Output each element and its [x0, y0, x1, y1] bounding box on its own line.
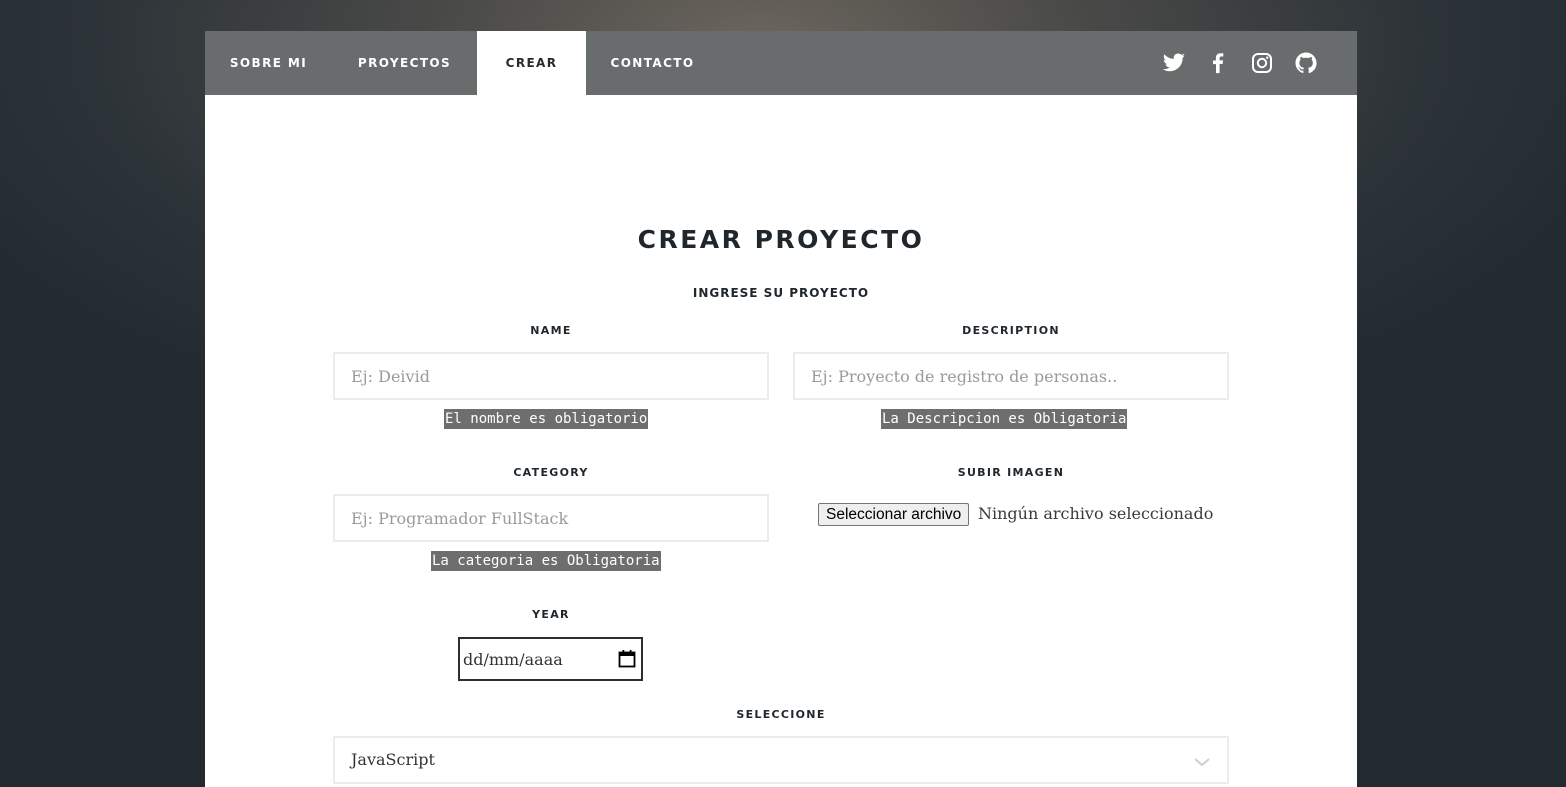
nav-item-sobre-mi[interactable]: SOBRE MI — [205, 31, 332, 95]
description-error: La Descripcion es Obligatoria — [881, 409, 1128, 429]
file-status: Ningún archivo seleccionado — [978, 504, 1214, 523]
form-subtitle: INGRESE SU PROYECTO — [692, 286, 870, 300]
language-select[interactable]: JavaScript — [333, 736, 1229, 784]
year-date-input[interactable]: dd/mm/aaaa — [458, 637, 643, 681]
page-title: CREAR PROYECTO — [637, 225, 925, 254]
instagram-icon[interactable] — [1250, 51, 1274, 75]
twitter-icon[interactable] — [1162, 51, 1186, 75]
image-label: SUBIR IMAGEN — [957, 466, 1065, 479]
category-input[interactable] — [333, 494, 769, 542]
name-label: NAME — [530, 324, 572, 337]
nav-item-crear[interactable]: CREAR — [477, 31, 586, 95]
select-value: JavaScript — [351, 750, 435, 769]
year-label: YEAR — [532, 608, 570, 621]
description-label: DESCRIPTION — [962, 324, 1060, 337]
navbar: SOBRE MI PROYECTOS CREAR CONTACTO — [205, 31, 1357, 95]
main-container: SOBRE MI PROYECTOS CREAR CONTACTO CREAR … — [205, 31, 1357, 787]
facebook-icon[interactable] — [1206, 51, 1230, 75]
nav-item-proyectos[interactable]: PROYECTOS — [332, 31, 477, 95]
date-placeholder: dd/mm/aaaa — [463, 650, 563, 669]
category-error: La categoria es Obligatoria — [431, 551, 661, 571]
name-error: El nombre es obligatorio — [444, 409, 649, 429]
choose-file-button[interactable]: Seleccionar archivo — [818, 503, 970, 526]
calendar-icon[interactable] — [617, 649, 637, 669]
select-label: SELECCIONE — [736, 708, 826, 721]
category-label: CATEGORY — [513, 466, 589, 479]
nav-item-contacto[interactable]: CONTACTO — [586, 31, 719, 95]
github-icon[interactable] — [1294, 51, 1318, 75]
description-input[interactable] — [793, 352, 1229, 400]
chevron-down-icon — [1193, 754, 1211, 768]
name-input[interactable] — [333, 352, 769, 400]
